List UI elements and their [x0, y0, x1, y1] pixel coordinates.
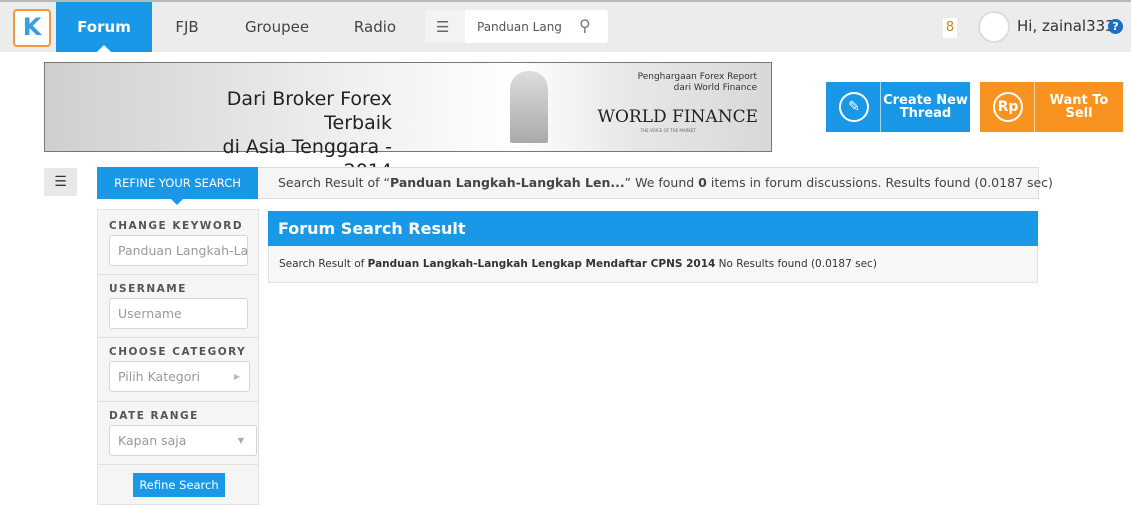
refine-sidebar: CHANGE KEYWORD Panduan Langkah-Langkah L… — [97, 209, 259, 505]
chevron-right-icon: ▶ — [233, 372, 240, 381]
username-label: USERNAME — [109, 283, 187, 295]
ad-banner[interactable]: Dari Broker Forex Terbaik di Asia Tengga… — [44, 62, 772, 182]
help-icon[interactable]: ? — [1108, 19, 1123, 34]
date-range-select[interactable]: Kapan saja ▼ — [109, 425, 257, 456]
kaskus-logo[interactable]: K — [13, 9, 51, 47]
search-icon[interactable]: ⚲ — [579, 16, 591, 35]
create-thread-button[interactable]: ✎ Create New Thread — [826, 82, 970, 132]
banner-award-2: dari World Finance — [673, 83, 757, 93]
username-input[interactable]: Username — [109, 298, 248, 329]
avatar[interactable] — [978, 11, 1010, 43]
refine-search-tab[interactable]: REFINE YOUR SEARCH — [97, 167, 258, 205]
banner-headline-1: Dari Broker Forex Terbaik — [226, 88, 392, 134]
date-range-label: DATE RANGE — [109, 410, 199, 422]
rupiah-icon: Rp — [980, 82, 1035, 132]
sidebar-toggle-button[interactable]: ☰ — [44, 168, 77, 196]
trophy-image — [510, 71, 548, 143]
keyword-label: CHANGE KEYWORD — [109, 220, 244, 232]
search-group: ☰ ⚲ — [425, 10, 608, 43]
result-title: Forum Search Result — [268, 211, 1038, 246]
result-message: Search Result of Panduan Langkah-Langkah… — [268, 246, 1038, 283]
banner-tagline: THE VOICE OF THE MARKET — [640, 128, 696, 133]
tab-groupee[interactable]: Groupee — [232, 2, 322, 52]
keyword-input[interactable]: Panduan Langkah-Langkah Lengkap Mendafta… — [109, 235, 248, 266]
category-label: CHOOSE CATEGORY — [109, 346, 247, 358]
top-navbar: K Forum FJB Groupee Radio ☰ ⚲ 8 Hi, zain… — [0, 0, 1131, 52]
tab-radio[interactable]: Radio — [340, 2, 410, 52]
notification-badge[interactable]: 8 — [943, 18, 957, 38]
search-summary-text: Search Result of “Panduan Langkah-Langka… — [278, 175, 1053, 190]
want-to-sell-button[interactable]: Rp Want To Sell — [980, 82, 1123, 132]
category-select[interactable]: Pilih Kategori ▶ — [109, 361, 250, 392]
sell-label: Want To Sell — [1049, 93, 1109, 121]
tab-forum[interactable]: Forum — [56, 2, 152, 52]
banner-brand: WORLD FINANCE — [597, 107, 759, 127]
refine-search-button[interactable]: Refine Search — [133, 473, 225, 497]
chevron-down-icon: ▼ — [237, 436, 244, 445]
list-icon[interactable]: ☰ — [436, 18, 449, 36]
create-label-2: Thread — [899, 106, 952, 121]
user-greeting[interactable]: Hi, zainal333 — [1017, 17, 1115, 35]
banner-award-1: Penghargaan Forex Report — [637, 72, 757, 82]
tab-fjb[interactable]: FJB — [160, 2, 214, 52]
pencil-icon: ✎ — [826, 82, 881, 132]
